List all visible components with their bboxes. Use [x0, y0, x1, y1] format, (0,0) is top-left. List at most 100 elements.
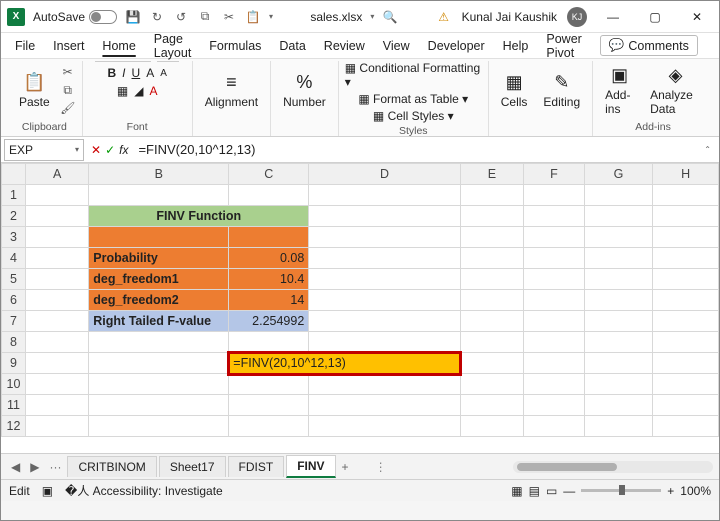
menu-view[interactable]: View [383, 39, 410, 53]
new-sheet-button[interactable]: + [338, 460, 353, 474]
zoom-out-button[interactable]: — [563, 484, 575, 498]
save-icon[interactable]: 💾 [125, 9, 141, 25]
comments-button[interactable]: 💬 Comments [600, 35, 698, 56]
fx-icon[interactable]: fx [119, 143, 128, 157]
row-8[interactable]: 8 [2, 332, 26, 353]
font-decrease-icon[interactable]: A [160, 68, 167, 79]
cell-df1[interactable]: deg_freedom1 [89, 269, 229, 290]
cut-small-icon[interactable]: ✂ [60, 64, 76, 80]
cancel-formula-icon[interactable]: ✕ [91, 143, 101, 157]
zoom-slider[interactable] [581, 489, 661, 492]
row-6[interactable]: 6 [2, 290, 26, 311]
row-10[interactable]: 10 [2, 374, 26, 395]
stats-icon[interactable]: ▣ [42, 484, 53, 498]
font-size-box[interactable] [157, 61, 179, 62]
col-B[interactable]: B [89, 164, 229, 185]
toggle-off-icon[interactable] [89, 10, 117, 24]
font-color-icon[interactable]: A [149, 84, 157, 98]
menu-power-pivot[interactable]: Power Pivot [546, 32, 581, 60]
row-7[interactable]: 7 [2, 311, 26, 332]
cell-probability-value[interactable]: 0.08 [229, 248, 309, 269]
col-F[interactable]: F [524, 164, 585, 185]
cells-button[interactable]: ▦Cells [495, 70, 534, 111]
row-5[interactable]: 5 [2, 269, 26, 290]
menu-review[interactable]: Review [324, 39, 365, 53]
cell-rt-value[interactable]: 2.254992 [229, 311, 309, 332]
copy-small-icon[interactable]: ⧉ [60, 82, 76, 98]
menu-page-layout[interactable]: Page Layout [154, 32, 192, 60]
cell-df2-value[interactable]: 14 [229, 290, 309, 311]
col-D[interactable]: D [309, 164, 461, 185]
avatar[interactable]: KJ [567, 7, 587, 27]
italic-button[interactable]: I [122, 66, 125, 80]
tab-critbinom[interactable]: CRITBINOM [67, 456, 156, 477]
fill-color-icon[interactable]: ◢ [134, 84, 143, 98]
analyze-button[interactable]: ◈Analyze Data [644, 63, 707, 118]
undo-icon[interactable]: ↻ [149, 9, 165, 25]
view-normal-icon[interactable]: ▦ [511, 484, 522, 498]
cut-icon[interactable]: ✂ [221, 9, 237, 25]
menu-formulas[interactable]: Formulas [209, 39, 261, 53]
format-as-table-button[interactable]: ▦ Format as Table ▾ [358, 92, 468, 106]
tab-fdist[interactable]: FDIST [228, 456, 285, 477]
col-E[interactable]: E [460, 164, 523, 185]
row-1[interactable]: 1 [2, 185, 26, 206]
col-A[interactable]: A [26, 164, 89, 185]
addins-button[interactable]: ▣Add-ins [599, 63, 640, 118]
row-11[interactable]: 11 [2, 395, 26, 416]
menu-help[interactable]: Help [503, 39, 529, 53]
font-increase-icon[interactable]: A [146, 66, 154, 80]
maximize-button[interactable]: ▢ [641, 3, 669, 31]
row-12[interactable]: 12 [2, 416, 26, 437]
underline-button[interactable]: U [132, 66, 141, 80]
paste-button[interactable]: 📋Paste [13, 70, 56, 111]
col-C[interactable]: C [229, 164, 309, 185]
editing-button[interactable]: ✎Editing [537, 70, 586, 111]
tab-sheet17[interactable]: Sheet17 [159, 456, 226, 477]
zoom-level[interactable]: 100% [680, 484, 711, 498]
cell-rt[interactable]: Right Tailed F-value [89, 311, 229, 332]
format-painter-icon[interactable]: 🖌 [60, 100, 76, 116]
menu-file[interactable]: File [15, 39, 35, 53]
autosave-toggle[interactable]: AutoSave [33, 10, 117, 24]
view-break-icon[interactable]: ▭ [546, 484, 557, 498]
accessibility-status[interactable]: �人 Accessibility: Investigate [65, 482, 223, 499]
menu-home[interactable]: Home [102, 39, 135, 53]
search-icon[interactable]: 🔍 [382, 9, 398, 25]
cell-df1-value[interactable]: 10.4 [229, 269, 309, 290]
filename[interactable]: sales.xlsx [310, 10, 362, 24]
menu-data[interactable]: Data [279, 39, 305, 53]
qat-dropdown-icon[interactable]: ▾ [269, 12, 273, 21]
col-H[interactable]: H [653, 164, 719, 185]
worksheet-grid[interactable]: A B C D E F G H 1 2FINV Function 3 4Prob… [1, 163, 719, 453]
close-button[interactable]: ✕ [683, 3, 711, 31]
col-G[interactable]: G [584, 164, 652, 185]
menu-insert[interactable]: Insert [53, 39, 84, 53]
row-9[interactable]: 9 [2, 353, 26, 374]
redo-icon[interactable]: ↺ [173, 9, 189, 25]
cell-probability[interactable]: Probability [89, 248, 229, 269]
minimize-button[interactable]: — [599, 3, 627, 31]
tab-finv[interactable]: FINV [286, 455, 335, 478]
active-cell[interactable]: =FINV(20,10^12,13) [229, 353, 461, 374]
border-icon[interactable]: ▦ [117, 84, 128, 98]
formula-input[interactable]: =FINV(20,10^12,13) [132, 142, 696, 157]
row-4[interactable]: 4 [2, 248, 26, 269]
copy-icon[interactable]: ⧉ [197, 9, 213, 25]
row-3[interactable]: 3 [2, 227, 26, 248]
tab-nav-prev-icon[interactable]: ◀ [7, 460, 24, 474]
cell-header[interactable]: FINV Function [89, 206, 309, 227]
tab-nav-next-icon[interactable]: ▶ [26, 460, 43, 474]
menu-developer[interactable]: Developer [428, 39, 485, 53]
alignment-button[interactable]: ≡Alignment [199, 70, 264, 111]
conditional-formatting-button[interactable]: ▦ Conditional Formatting ▾ [345, 61, 482, 89]
filename-chevron-icon[interactable]: ▾ [370, 12, 374, 21]
cell-c3[interactable] [229, 227, 309, 248]
tab-overflow[interactable]: ··· [45, 460, 65, 474]
paste-icon[interactable]: 📋 [245, 9, 261, 25]
select-all-corner[interactable] [2, 164, 26, 185]
cell-df2[interactable]: deg_freedom2 [89, 290, 229, 311]
cell-styles-button[interactable]: ▦ Cell Styles ▾ [373, 109, 454, 123]
cell-b3[interactable] [89, 227, 229, 248]
bold-button[interactable]: B [108, 66, 117, 80]
